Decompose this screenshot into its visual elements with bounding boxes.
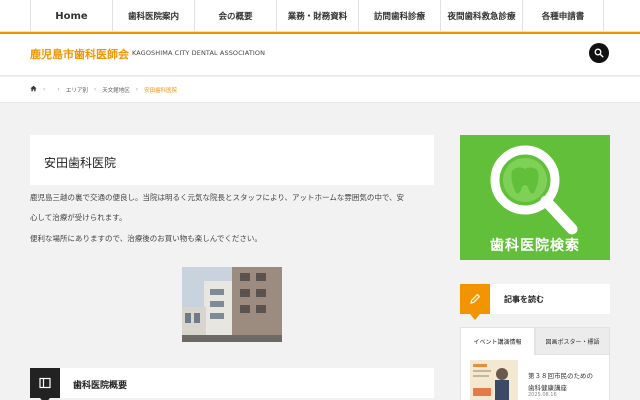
site-header: 鹿児島市歯科医師会 KAGOSHIMA CITY DENTAL ASSOCIAT… [0,32,640,76]
news-title-line-1[interactable]: 第３８回市民のための [528,370,593,380]
section-title: 歯科医院概要 [73,381,128,391]
title-card: 安田歯科医院 [30,135,434,185]
news-date: 2025.08.16 [528,392,557,398]
breadcrumb-separator-icon: › [135,86,139,93]
description-line-3: 便利な場所にありますので、治療後のお買い物も楽しんでください。 [30,234,262,243]
description-line-2: 心して治療が受けられます。 [30,213,127,222]
read-articles-title: 記事を読む [504,295,544,304]
nav-home[interactable]: Home [30,0,112,32]
breadcrumb: › › エリア別 › 天文館地区 › 安田歯科医院 [0,77,640,103]
read-articles-header: 記事を読む [460,284,610,320]
home-icon[interactable] [30,85,37,94]
nav-business-finance[interactable]: 業務・財務資料 [276,0,358,32]
description-line-1: 鹿児島三越の裏で交通の便良し。当院は明るく元気な院長とスタッフにより、アットホー… [30,193,405,202]
book-icon [39,377,51,389]
pencil-icon [470,294,480,304]
site-title[interactable]: 鹿児島市歯科医師会 [30,46,129,62]
news-thumbnail[interactable] [470,360,518,400]
site-description: KAGOSHIMA CITY DENTAL ASSOCIATION [132,49,266,57]
banner-label: 歯科医院検索 [490,238,580,254]
breadcrumb-separator-icon: › [43,86,46,93]
tab-events[interactable]: イベント講演情報 [460,327,535,355]
breadcrumb-separator-icon: › [93,86,97,93]
top-navigation: Home 歯科医院案内 会の概要 業務・財務資料 訪問歯科診療 夜間歯科救急診療… [0,0,640,32]
search-button[interactable] [589,43,609,63]
breadcrumb-item-area[interactable]: エリア別 [66,86,88,94]
tab-posters[interactable]: 図画ポスター・標語 [535,327,610,355]
news-list: 第３８回市民のための 歯科健康講座 2025.08.16 [460,355,610,400]
page-title: 安田歯科医院 [44,156,117,170]
search-icon [594,48,604,58]
breadcrumb-separator-icon: › [57,86,60,93]
read-icon-box [460,284,490,320]
nav-application-forms[interactable]: 各種申請書 [522,0,604,32]
breadcrumb-current: 安田歯科医院 [144,87,178,94]
breadcrumb-item-tenmonkan[interactable]: 天文館地区 [102,86,130,94]
article-tabs: イベント講演情報 図画ポスター・標語 [460,327,610,355]
clinic-search-banner[interactable]: 歯科医院検索 [460,135,610,260]
clinic-overview-header: 歯科医院概要 [30,368,434,400]
nav-home-visit-care[interactable]: 訪問歯科診療 [358,0,440,32]
news-title-line-2[interactable]: 歯科健康講座 [528,382,567,392]
building-photo [182,267,282,342]
section-icon-box [30,368,60,400]
nav-night-emergency[interactable]: 夜間歯科救急診療 [440,0,522,32]
nav-clinic-guide[interactable]: 歯科医院案内 [112,0,194,32]
nav-association-overview[interactable]: 会の概要 [194,0,276,32]
